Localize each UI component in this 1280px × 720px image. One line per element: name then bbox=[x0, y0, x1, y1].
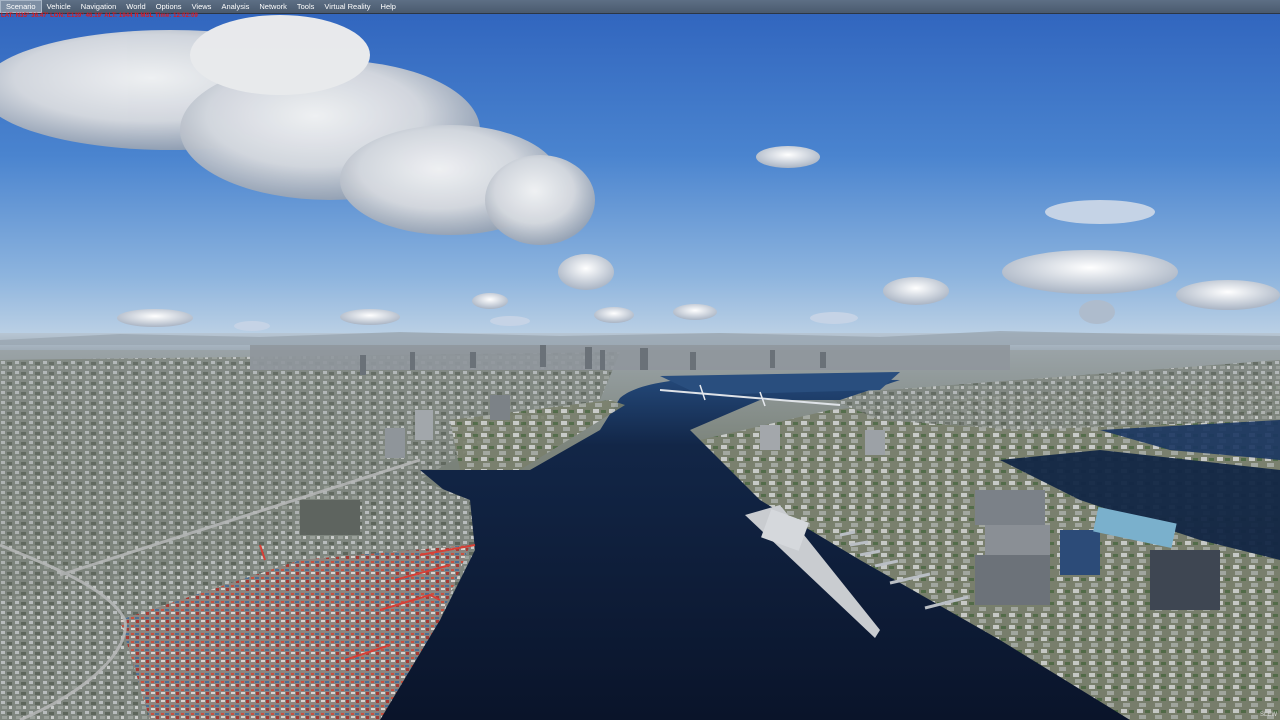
position-readout: LAT: N35° 36.47' LON: E139° 46.19' ALT: … bbox=[1, 13, 198, 19]
menu-options[interactable]: Options bbox=[151, 0, 187, 13]
menu-help[interactable]: Help bbox=[376, 0, 401, 13]
menu-bar: Scenario Vehicle Navigation World Option… bbox=[0, 0, 1280, 14]
scenery-render bbox=[0, 0, 1280, 720]
menu-tools[interactable]: Tools bbox=[292, 0, 320, 13]
slew-status-indicator: SLEW bbox=[1259, 712, 1277, 718]
menu-navigation[interactable]: Navigation bbox=[76, 0, 121, 13]
menu-scenario[interactable]: Scenario bbox=[0, 0, 42, 13]
simulator-3d-view[interactable]: Scenario Vehicle Navigation World Option… bbox=[0, 0, 1280, 720]
menu-vehicle[interactable]: Vehicle bbox=[42, 0, 76, 13]
menu-world[interactable]: World bbox=[121, 0, 150, 13]
menu-network[interactable]: Network bbox=[254, 0, 292, 13]
menu-views[interactable]: Views bbox=[187, 0, 217, 13]
menu-analysis[interactable]: Analysis bbox=[216, 0, 254, 13]
menu-virtual-reality[interactable]: Virtual Reality bbox=[319, 0, 375, 13]
